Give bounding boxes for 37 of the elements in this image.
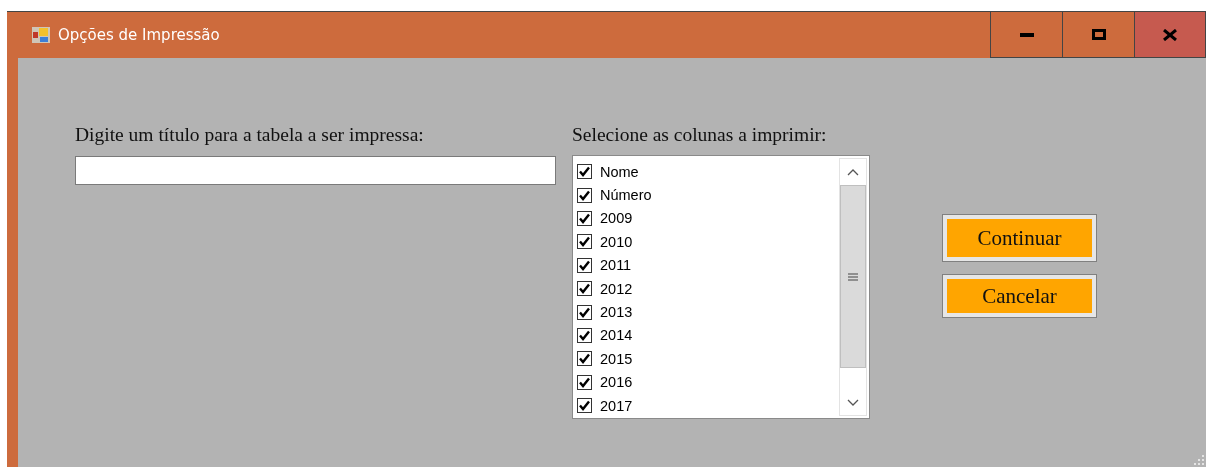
checkbox[interactable] xyxy=(577,187,592,203)
close-button[interactable] xyxy=(1134,12,1206,58)
minimize-icon xyxy=(1019,31,1034,38)
maximize-icon xyxy=(1091,28,1106,41)
resize-grip-icon[interactable] xyxy=(1194,455,1204,465)
column-option[interactable]: 2009 xyxy=(600,210,633,227)
column-option[interactable]: 2017 xyxy=(600,397,633,414)
window-title: Opções de Impressão xyxy=(58,26,220,44)
column-option[interactable]: Nome xyxy=(600,163,639,180)
checkbox[interactable] xyxy=(577,257,592,273)
dialog-button[interactable]: Cancelar xyxy=(943,275,1096,317)
column-option[interactable]: 2012 xyxy=(600,280,633,297)
checkbox[interactable] xyxy=(577,281,592,297)
columns-label: Selecione as colunas a imprimir: xyxy=(572,124,828,147)
minimize-button[interactable] xyxy=(990,12,1063,58)
checkbox[interactable] xyxy=(577,351,592,367)
column-option[interactable]: 2010 xyxy=(600,233,633,250)
checkbox[interactable] xyxy=(577,164,592,180)
column-option[interactable]: Número xyxy=(600,187,652,204)
checkbox[interactable] xyxy=(577,234,592,250)
title-label: Digite um título para a tabela a ser impressa: xyxy=(75,124,425,147)
checkbox[interactable] xyxy=(577,398,592,414)
scrollbar[interactable] xyxy=(839,158,867,416)
checkbox[interactable] xyxy=(577,210,592,226)
column-option[interactable]: 2014 xyxy=(600,327,633,344)
column-option[interactable]: 2011 xyxy=(600,257,632,274)
checkbox[interactable] xyxy=(577,327,592,343)
column-option[interactable]: 2015 xyxy=(600,350,633,367)
checkbox[interactable] xyxy=(577,304,592,320)
app-icon xyxy=(32,27,50,43)
dialog-button[interactable]: Continuar xyxy=(943,215,1096,261)
column-option[interactable]: 2016 xyxy=(600,374,633,391)
column-option[interactable]: 2013 xyxy=(600,304,633,321)
checkbox[interactable] xyxy=(577,374,592,390)
close-icon xyxy=(1163,28,1177,41)
scroll-thumb[interactable] xyxy=(840,185,866,368)
title-input-field[interactable] xyxy=(75,156,556,185)
